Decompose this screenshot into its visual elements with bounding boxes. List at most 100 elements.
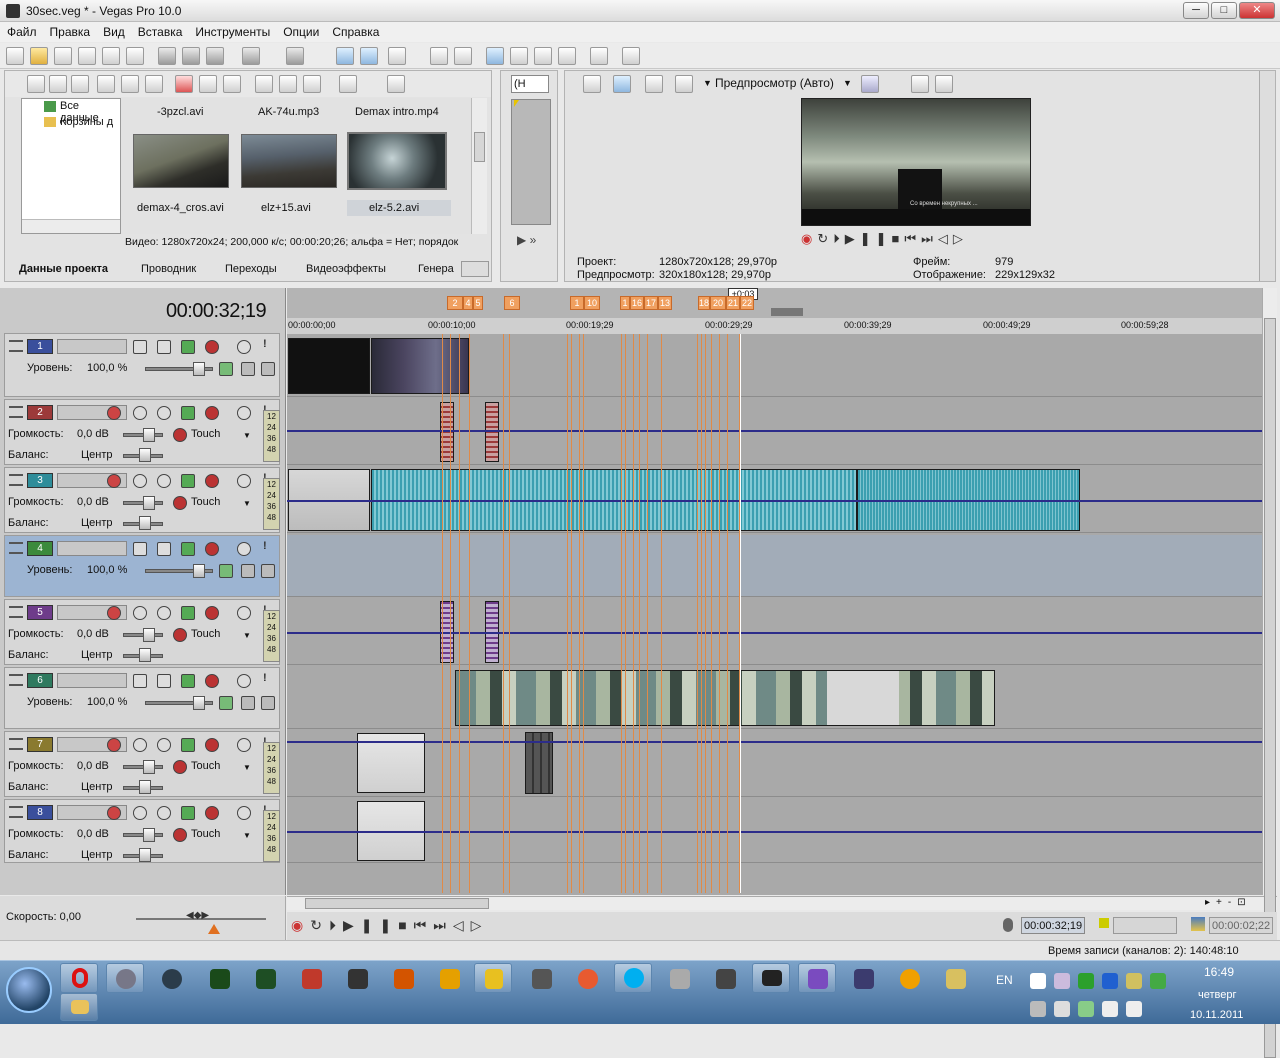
- invert-phase-icon[interactable]: [133, 406, 147, 420]
- record-icon[interactable]: ◉: [801, 231, 817, 246]
- mute-icon[interactable]: [237, 806, 251, 820]
- collapse-icon[interactable]: [9, 542, 23, 554]
- envelope-icon[interactable]: [181, 406, 195, 420]
- taskbar-opera[interactable]: [60, 963, 98, 993]
- track-fx-icon[interactable]: [157, 806, 171, 820]
- app-icon[interactable]: [532, 969, 552, 989]
- save-icon[interactable]: [54, 47, 72, 65]
- taskbar-explorer[interactable]: [60, 993, 98, 1021]
- marker-flag[interactable]: 1: [570, 296, 584, 310]
- network-icon[interactable]: [1102, 1001, 1118, 1017]
- track-header[interactable]: 7!Громкость:0,0 dBTouch▼Баланс:Центр1224…: [4, 731, 280, 797]
- automation-gear-icon[interactable]: [173, 628, 187, 642]
- remove-icon[interactable]: [175, 75, 193, 93]
- taskbar-app[interactable]: [474, 963, 512, 993]
- go-start-icon[interactable]: ⏮: [904, 231, 921, 246]
- settings-icon[interactable]: [716, 969, 736, 989]
- speed-slider-knob[interactable]: ◀◆▶: [186, 910, 214, 924]
- go-end-icon[interactable]: ⏭: [433, 917, 453, 933]
- level-knob[interactable]: [193, 564, 205, 578]
- play-icon[interactable]: ▶: [845, 231, 860, 246]
- scroll-thumb[interactable]: [474, 132, 485, 162]
- parent-icon[interactable]: [219, 564, 233, 578]
- automation-dropdown-icon[interactable]: ▼: [243, 631, 251, 640]
- collapse-icon[interactable]: [9, 674, 23, 686]
- arm-record-icon[interactable]: [107, 606, 121, 620]
- video-event[interactable]: [455, 670, 995, 726]
- motion-icon[interactable]: [157, 542, 171, 556]
- tab-scroll-arrows[interactable]: [461, 261, 489, 277]
- render-icon[interactable]: [102, 47, 120, 65]
- preview-scrollbar[interactable]: [1259, 71, 1275, 281]
- automation-dropdown-icon[interactable]: ▼: [243, 499, 251, 508]
- automation-mode[interactable]: Touch: [191, 760, 220, 772]
- paste-icon[interactable]: [206, 47, 224, 65]
- next-frame-icon[interactable]: ▷: [953, 231, 968, 246]
- pause-icon[interactable]: ❚❚: [361, 917, 398, 933]
- tray-icon[interactable]: [1030, 973, 1046, 989]
- media-fx-icon[interactable]: [145, 75, 163, 93]
- envelope-icon[interactable]: [181, 606, 195, 620]
- track-fx-icon[interactable]: [157, 606, 171, 620]
- media-thumbnail[interactable]: [133, 134, 229, 188]
- pan-knob[interactable]: [139, 780, 151, 794]
- record-icon[interactable]: ◉: [291, 917, 310, 933]
- timeline-hscrollbar[interactable]: ▸+-⊡: [287, 896, 1277, 910]
- automation-gear-icon[interactable]: [173, 428, 187, 442]
- hscroll-thumb[interactable]: [305, 898, 489, 909]
- taskbar-vegas[interactable]: [798, 963, 836, 993]
- track-lane[interactable]: [287, 535, 1262, 597]
- make-parent-icon[interactable]: [241, 564, 255, 578]
- import-media-icon[interactable]: [27, 75, 45, 93]
- marker-flag[interactable]: 18: [698, 296, 710, 310]
- envelope-icon[interactable]: [181, 474, 195, 488]
- play-from-start-icon[interactable]: ⏵: [329, 917, 343, 933]
- tray-icon[interactable]: [1030, 1001, 1046, 1017]
- envelope-tool-icon[interactable]: [510, 47, 528, 65]
- new-icon[interactable]: [6, 47, 24, 65]
- track-header[interactable]: 6! Уровень: 100,0 %: [4, 667, 280, 729]
- arm-record-icon[interactable]: [107, 474, 121, 488]
- automation-dropdown-icon[interactable]: ▼: [243, 831, 251, 840]
- automation-gear-icon[interactable]: [173, 496, 187, 510]
- make-child-icon[interactable]: [261, 564, 275, 578]
- marker-flag[interactable]: 22: [740, 296, 754, 310]
- track-fx-icon[interactable]: [157, 406, 171, 420]
- properties-icon[interactable]: [126, 47, 144, 65]
- marker-flag[interactable]: 2: [447, 296, 463, 310]
- game-icon[interactable]: [256, 969, 276, 989]
- zoom-controls[interactable]: ▸+-⊡: [1205, 897, 1252, 908]
- playhead-cursor[interactable]: [740, 288, 741, 893]
- track-settings-gear-icon[interactable]: [205, 606, 219, 620]
- collapse-icon[interactable]: [9, 806, 23, 818]
- tray-icon[interactable]: [1078, 973, 1094, 989]
- marker-flag[interactable]: 21: [726, 296, 740, 310]
- language-indicator[interactable]: EN: [996, 973, 1013, 987]
- play-icon[interactable]: ▶: [343, 917, 361, 933]
- mute-icon[interactable]: [237, 542, 251, 556]
- envelope-line[interactable]: [287, 632, 1262, 634]
- menu-edit[interactable]: Правка: [43, 22, 97, 39]
- undo-icon[interactable]: [242, 47, 260, 65]
- envelope-line[interactable]: [287, 741, 1262, 743]
- stop-preview-icon[interactable]: [279, 75, 297, 93]
- tab-generators[interactable]: Генера: [418, 263, 454, 275]
- overlays-icon[interactable]: [861, 75, 879, 93]
- search-icon[interactable]: [387, 75, 405, 93]
- loop-region[interactable]: [771, 308, 803, 316]
- envelope-icon[interactable]: [181, 806, 195, 820]
- tree-hscrollbar[interactable]: [22, 219, 120, 233]
- mute-icon[interactable]: [237, 406, 251, 420]
- menu-insert[interactable]: Вставка: [131, 22, 189, 39]
- make-child-icon[interactable]: [261, 696, 275, 710]
- copy-icon[interactable]: [182, 47, 200, 65]
- automation-gear-icon[interactable]: [173, 760, 187, 774]
- pan-knob[interactable]: [139, 648, 151, 662]
- volume-knob[interactable]: [143, 496, 155, 510]
- timeline-vscrollbar[interactable]: [1262, 288, 1277, 1058]
- track-header[interactable]: 8!Громкость:0,0 dBTouch▼Баланс:Центр1224…: [4, 799, 280, 863]
- timeline[interactable]: [287, 288, 1262, 895]
- capture-icon[interactable]: [49, 75, 67, 93]
- app-icon[interactable]: [440, 969, 460, 989]
- views-icon[interactable]: [339, 75, 357, 93]
